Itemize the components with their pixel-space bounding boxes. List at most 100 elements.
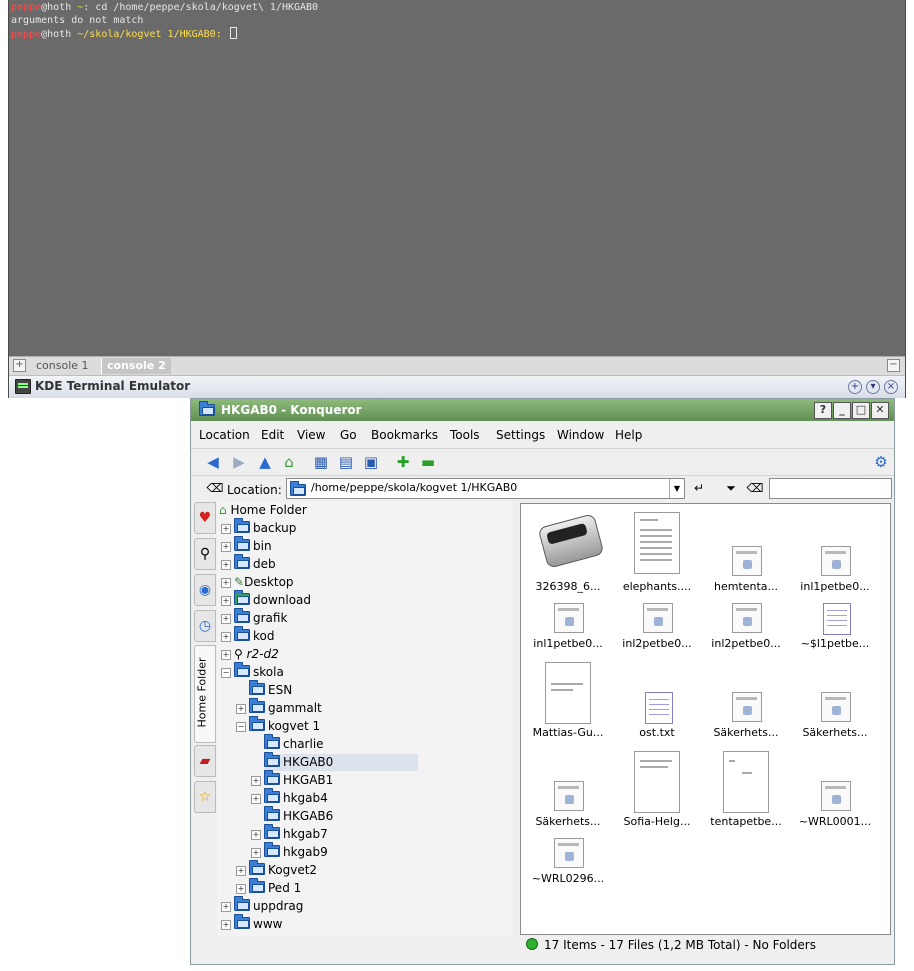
tree-item[interactable]: + HKGAB1 <box>251 770 333 789</box>
clear-location-icon[interactable]: ⌫ <box>205 478 225 498</box>
tree-item-selected[interactable]: HKGAB0 <box>264 752 418 771</box>
back-icon[interactable]: ◀ <box>203 452 223 472</box>
expand-icon[interactable]: + <box>221 524 231 534</box>
tree-item[interactable]: + gammalt <box>236 698 322 717</box>
expand-icon[interactable]: + <box>221 632 231 642</box>
collapse-icon[interactable]: − <box>221 668 231 678</box>
minimize-button[interactable]: _ <box>833 402 851 419</box>
detail-view-icon[interactable]: ▤ <box>336 452 356 472</box>
tab-home-folder[interactable]: Home Folder <box>194 645 216 743</box>
plus-icon[interactable]: + <box>848 380 862 394</box>
expand-icon[interactable]: + <box>221 614 231 624</box>
tree-item[interactable]: + grafik <box>221 608 287 627</box>
file-item[interactable]: inl2petbe0... <box>702 563 790 651</box>
tab-console-2[interactable]: console 2 <box>101 358 171 374</box>
close-icon[interactable]: × <box>884 380 898 394</box>
tree-item[interactable]: + download <box>221 590 311 609</box>
tree-item[interactable]: + hkgab9 <box>251 842 328 861</box>
expand-icon[interactable]: + <box>236 704 246 714</box>
terminal-window[interactable]: peppe@hoth ~: cd /home/peppe/skola/kogve… <box>8 0 906 398</box>
expand-icon[interactable]: + <box>221 902 231 912</box>
up-icon[interactable]: ▲ <box>255 452 275 472</box>
home-icon[interactable]: ⌂ <box>279 452 299 472</box>
file-item[interactable]: ost.txt <box>613 652 701 740</box>
expand-icon[interactable]: + <box>221 542 231 552</box>
expand-icon[interactable]: + <box>251 794 261 804</box>
expand-icon[interactable]: + <box>221 650 231 660</box>
devices-tab-icon[interactable]: ⚲ <box>194 538 216 570</box>
bookmarks-tab-icon[interactable]: ♥ <box>194 502 216 534</box>
menu-edit[interactable]: Edit <box>261 428 284 442</box>
tree-item[interactable]: HKGAB6 <box>264 806 333 825</box>
terminal-title-bar[interactable]: KDE Terminal Emulator + ▾ × <box>9 375 905 398</box>
tree-item[interactable]: + ⚲ r2-d2 <box>221 646 279 663</box>
file-item[interactable]: Säkerhets... <box>702 652 790 740</box>
tree-item[interactable]: + www <box>221 914 282 933</box>
expand-icon[interactable]: + <box>251 830 261 840</box>
menu-window[interactable]: Window <box>557 428 604 442</box>
tree-item[interactable]: − skola <box>221 662 284 681</box>
tree-item[interactable]: + hkgab7 <box>251 824 328 843</box>
tree-item[interactable]: + Kogvet2 <box>236 860 317 879</box>
file-item[interactable]: tentapetbe... <box>702 741 790 829</box>
file-item[interactable]: inl1petbe0... <box>524 563 612 651</box>
expand-icon[interactable]: + <box>236 866 246 876</box>
tree-item[interactable]: + kod <box>221 626 274 645</box>
menu-bookmarks[interactable]: Bookmarks <box>371 428 438 442</box>
tree-item[interactable]: + backup <box>221 518 296 537</box>
tree-item[interactable]: ⌂ Home Folder <box>219 502 307 519</box>
menu-go[interactable]: Go <box>340 428 357 442</box>
expand-icon[interactable]: + <box>221 596 231 606</box>
expand-icon[interactable]: + <box>221 920 231 930</box>
menu-settings[interactable]: Settings <box>496 428 545 442</box>
expand-icon[interactable]: + <box>236 884 246 894</box>
expand-icon[interactable]: + <box>221 578 231 588</box>
tree-item[interactable]: − kogvet 1 <box>236 716 320 735</box>
zoom-out-icon[interactable]: ▬ <box>418 452 438 472</box>
tree-item[interactable]: + bin <box>221 536 272 555</box>
history-tab-icon[interactable]: ◷ <box>194 610 216 642</box>
filter-icon[interactable]: ⏷ <box>721 478 741 498</box>
tree-item[interactable]: + ✎Desktop <box>221 574 294 591</box>
menu-view[interactable]: View <box>297 428 325 442</box>
new-tab-button[interactable]: + <box>13 359 26 372</box>
tree-item[interactable]: charlie <box>264 734 324 753</box>
chevron-down-icon[interactable]: ▼ <box>669 479 684 498</box>
terminal-output[interactable]: peppe@hoth ~: cd /home/peppe/skola/kogve… <box>11 1 318 41</box>
location-input[interactable]: /home/peppe/skola/kogvet 1/HKGAB0 ▼ <box>286 478 685 499</box>
preview-view-icon[interactable]: ▣ <box>361 452 381 472</box>
go-icon[interactable]: ↵ <box>689 478 709 498</box>
chevron-down-icon[interactable]: ▾ <box>866 380 880 394</box>
tree-item[interactable]: + hkgab4 <box>251 788 328 807</box>
file-item[interactable]: ~$l1petbe... <box>791 563 879 651</box>
tree-item[interactable]: ESN <box>249 680 292 699</box>
file-item[interactable]: inl2petbe0... <box>613 563 701 651</box>
menu-help[interactable]: Help <box>615 428 642 442</box>
close-tab-button[interactable]: − <box>887 359 900 372</box>
clear-filter-icon[interactable]: ⌫ <box>745 478 765 498</box>
star-tab-icon[interactable]: ☆ <box>194 781 216 813</box>
icon-view-icon[interactable]: ▦ <box>311 452 331 472</box>
menu-tools[interactable]: Tools <box>450 428 480 442</box>
maximize-button[interactable]: □ <box>852 402 870 419</box>
tab-console-1[interactable]: console 1 <box>31 358 94 374</box>
expand-icon[interactable]: + <box>251 776 261 786</box>
tree-item[interactable]: + deb <box>221 554 276 573</box>
menu-location[interactable]: Location <box>199 428 250 442</box>
expand-icon[interactable]: + <box>251 848 261 858</box>
network-tab-icon[interactable]: ◉ <box>194 574 216 606</box>
expand-icon[interactable]: + <box>221 560 231 570</box>
services-tab-icon[interactable]: ▰ <box>194 745 216 777</box>
collapse-icon[interactable]: − <box>236 722 246 732</box>
file-item[interactable]: ~WRL0296... <box>524 798 612 886</box>
file-item[interactable]: ~WRL0001... <box>791 741 879 829</box>
tree-item[interactable]: + uppdrag <box>221 896 303 915</box>
tree-item[interactable]: + Ped 1 <box>236 878 301 897</box>
file-item[interactable]: Säkerhets... <box>791 652 879 740</box>
gear-icon[interactable]: ⚙ <box>871 452 891 472</box>
filter-input[interactable] <box>769 478 892 499</box>
file-item[interactable]: Mattias-Gu... <box>524 652 612 740</box>
file-view[interactable]: 326398_6... elephants.... hemtenta... in… <box>520 503 891 935</box>
konqueror-title-bar[interactable]: HKGAB0 - Konqueror ? _ □ ✕ <box>191 399 894 421</box>
file-item[interactable]: Sofia-Helg... <box>613 741 701 829</box>
